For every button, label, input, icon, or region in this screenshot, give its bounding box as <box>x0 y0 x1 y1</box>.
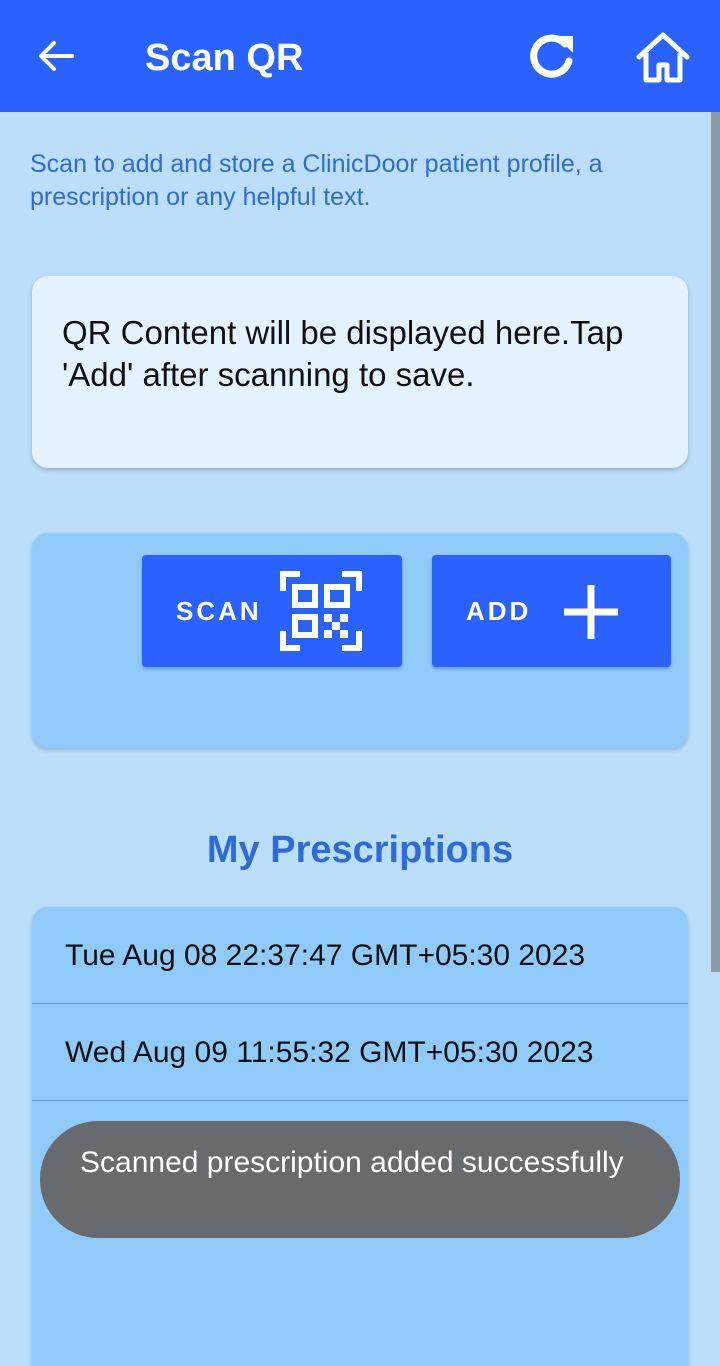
scan-button-label: SCAN <box>176 596 262 626</box>
scan-button[interactable]: SCAN <box>142 555 402 667</box>
home-icon <box>636 32 690 83</box>
add-button[interactable]: ADD <box>432 555 671 667</box>
prescription-date: Wed Aug 09 11:55:32 GMT+05:30 2023 <box>65 1036 594 1069</box>
page-title: Scan QR <box>145 37 304 79</box>
qr-content-card: QR Content will be displayed here.Tap 'A… <box>32 276 688 468</box>
refresh-button[interactable] <box>522 28 580 86</box>
scan-qr-screen: Scan QR Scan to add and store a ClinicDo… <box>0 0 720 1366</box>
refresh-icon <box>530 34 573 78</box>
prescription-item[interactable]: Wed Aug 09 11:55:32 GMT+05:30 2023 <box>32 1004 688 1101</box>
app-bar: Scan QR <box>0 0 720 112</box>
prescription-item[interactable]: Tue Aug 08 22:37:47 GMT+05:30 2023 <box>32 907 688 1004</box>
toast-text: Scanned prescription added successfully <box>80 1146 624 1179</box>
qr-code-icon <box>280 571 362 651</box>
home-button[interactable] <box>632 26 694 88</box>
add-button-label: ADD <box>466 596 532 626</box>
toast-message: Scanned prescription added successfully <box>40 1121 680 1238</box>
actions-card: SCAN ADD <box>32 533 688 748</box>
intro-text: Scan to add and store a ClinicDoor patie… <box>30 150 603 211</box>
plus-icon <box>564 585 618 639</box>
prescriptions-heading: My Prescriptions <box>206 829 514 871</box>
scrollbar[interactable] <box>711 112 720 972</box>
arrow-left-icon <box>39 41 74 71</box>
back-button[interactable] <box>30 30 82 82</box>
qr-content-text: QR Content will be displayed here.Tap 'A… <box>62 314 624 393</box>
prescription-date: Tue Aug 08 22:37:47 GMT+05:30 2023 <box>65 939 586 972</box>
